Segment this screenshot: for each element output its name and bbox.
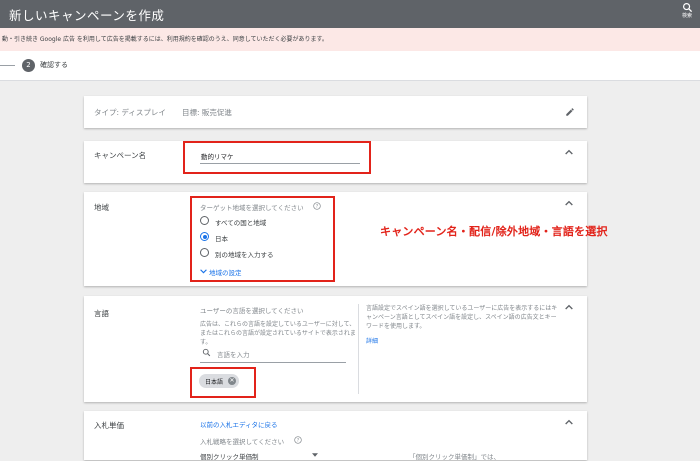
language-prompt: ユーザーの言語を選択してください xyxy=(200,307,304,315)
bidding-editor-link[interactable]: 以前の入札エディタに戻る xyxy=(200,419,278,429)
stepper: 2 確認する xyxy=(0,51,700,81)
chevron-up-icon[interactable] xyxy=(565,304,573,310)
language-detail-link[interactable]: 詳細 xyxy=(366,336,378,345)
bidding-label: 入札単価 xyxy=(94,421,124,430)
chevron-up-icon[interactable] xyxy=(565,419,573,425)
campaign-goal: 目標: 販売促進 xyxy=(182,108,232,117)
dropdown-arrow-icon[interactable] xyxy=(312,453,318,457)
bidding-card: 入札単価 以前の入札エディタに戻る 入札戦略を選択してください ? 個別クリック… xyxy=(84,411,587,461)
edit-icon[interactable] xyxy=(565,107,575,117)
highlight-language xyxy=(190,367,256,398)
language-search-input[interactable]: 言語を入力 xyxy=(217,349,250,359)
search-button[interactable]: 検索 xyxy=(676,2,698,26)
stepper-connector xyxy=(0,65,15,66)
search-label: 検索 xyxy=(681,13,692,19)
search-icon xyxy=(682,3,692,13)
highlight-campaign-name xyxy=(183,141,371,174)
location-label: 地域 xyxy=(94,203,109,212)
divider xyxy=(358,304,359,394)
step-label: 確認する xyxy=(40,61,68,69)
campaign-name-label: キャンペーン名 xyxy=(94,151,147,160)
chevron-up-icon[interactable] xyxy=(565,149,573,155)
terms-notice: 動・引き続き Google 広告 を利用して広告を掲載するには、利用規約を確認の… xyxy=(0,28,700,51)
annotation-text: キャンペーン名・配信/除外地域・言語を選択 xyxy=(380,225,608,238)
header-bar: 新しいキャンペーンを作成 検索 xyxy=(0,0,700,28)
location-card: 地域 ターゲット地域を選択してください ? xyxy=(84,192,587,286)
language-label: 言語 xyxy=(94,309,109,318)
step-number: 2 xyxy=(22,59,35,72)
bidding-prompt: 入札戦略を選択してください xyxy=(200,438,285,446)
notice-text: 動・引き続き Google 広告 を利用して広告を掲載するには、利用規約を確認の… xyxy=(2,36,328,43)
language-help-text: 言語設定でスペイン語を選択しているユーザーに広告を表示するにはキャンペーン言語と… xyxy=(366,305,558,330)
page-title: 新しいキャンペーンを作成 xyxy=(9,8,165,23)
highlight-location xyxy=(190,196,335,282)
language-description: 広告は、これらの言語を設定しているユーザーに対して、またはこれらの言語が設定され… xyxy=(200,321,356,346)
campaign-type-card: タイプ: ディスプレイ 目標: 販売促進 xyxy=(84,96,587,128)
search-icon xyxy=(202,348,211,357)
campaign-type: タイプ: ディスプレイ xyxy=(94,108,166,117)
help-icon[interactable]: ? xyxy=(294,436,302,444)
chevron-up-icon[interactable] xyxy=(565,200,573,206)
language-search-underline xyxy=(200,362,346,363)
